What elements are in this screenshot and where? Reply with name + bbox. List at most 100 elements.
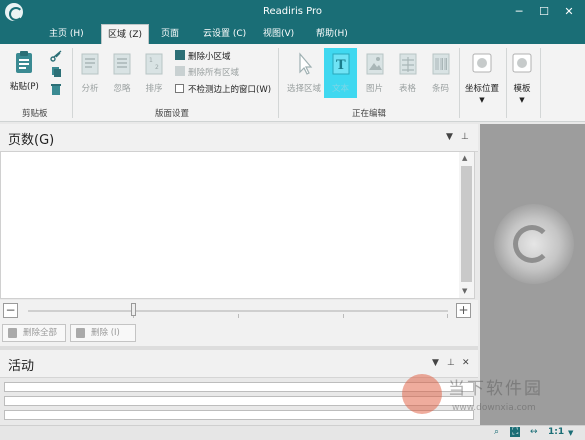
table-icon	[399, 53, 416, 75]
barcode-icon	[432, 53, 449, 75]
checkbox-icon	[175, 84, 184, 93]
sort-icon: 1 2	[145, 53, 163, 75]
svg-text:T: T	[336, 58, 346, 73]
menu-help[interactable]: 帮助(H)	[310, 24, 354, 44]
barcode-zone-label: 条码	[431, 84, 449, 94]
watermark-url: www.downxia.com	[452, 403, 536, 413]
zoom-slider-row: − +	[0, 300, 478, 322]
delete-small-zones-label: 删除小区域	[188, 52, 231, 62]
status-bar: ⌕ ⛶ ↔ 1:1 ▼	[0, 425, 585, 440]
menu-cloud-settings[interactable]: 云设置 (C)	[197, 24, 252, 44]
pages-panel-title: 页数(G)	[8, 133, 55, 148]
zoom-ratio-button[interactable]: 1:1	[548, 427, 564, 437]
minimize-button[interactable]: ─	[510, 3, 528, 20]
template-button[interactable]: 模板 ▼	[510, 52, 534, 104]
small-zone-icon	[175, 50, 185, 60]
scroll-up-icon[interactable]: ▲	[462, 154, 467, 162]
no-border-detect-checkbox[interactable]: 不检测边上的窗口(W)	[175, 84, 271, 96]
watermark-logo-icon	[402, 374, 442, 414]
paste-button[interactable]: 粘贴(P)	[10, 50, 39, 92]
pin-icon[interactable]: ⊥	[447, 358, 455, 368]
image-zone-button[interactable]: 图片	[362, 52, 387, 94]
text-zone-label: 文本	[331, 84, 349, 94]
delete-all-pages-label: 删除全部	[23, 328, 58, 338]
no-border-detect-label: 不检测边上的窗口(W)	[188, 85, 272, 95]
svg-text:2: 2	[155, 64, 159, 71]
delete-row: 删除全部 删除 (I)	[0, 322, 478, 346]
group-divider	[506, 48, 507, 118]
watermark-text: 当下软件园	[448, 379, 543, 399]
table-zone-label: 表格	[398, 84, 416, 94]
table-zone-button[interactable]: 表格	[395, 52, 420, 94]
delete-all-zones-label: 删除所有区域	[188, 68, 240, 78]
window-title: Readiris Pro	[262, 6, 323, 17]
fit-width-icon[interactable]: ↔	[530, 427, 538, 437]
trash-icon	[76, 328, 85, 338]
zoom-in-button[interactable]: +	[456, 303, 471, 318]
menu-zones[interactable]: 区域 (Z)	[101, 24, 150, 44]
paste-label: 粘贴(P)	[10, 82, 39, 92]
analyze-button[interactable]: 分析	[78, 52, 102, 94]
coordinates-button[interactable]: 坐标位置 ▼	[463, 52, 501, 104]
watermark: 当下软件园 www.downxia.com	[400, 372, 580, 422]
sort-button[interactable]: 1 2 排序	[142, 52, 166, 94]
group-divider	[72, 48, 73, 118]
menu-home[interactable]: 主页 (H)	[43, 24, 90, 44]
close-button[interactable]: ✕	[560, 3, 578, 20]
group-divider	[459, 48, 460, 118]
image-zone-label: 图片	[365, 84, 383, 94]
cut-icon[interactable]	[50, 50, 62, 62]
editing-group-label: 正在编辑	[352, 109, 387, 119]
page-settings-group-label: 版面设置	[155, 109, 190, 119]
copy-icon[interactable]	[51, 66, 62, 78]
select-zone-button[interactable]: 选择区域	[284, 52, 324, 94]
ignore-button[interactable]: 忽略	[110, 52, 134, 94]
activity-panel-title: 活动	[8, 359, 35, 374]
maximize-button[interactable]: ☐	[535, 3, 553, 20]
pin-icon[interactable]: ⊥	[461, 132, 469, 142]
fit-page-icon[interactable]: ⛶	[510, 427, 521, 437]
delete-all-pages-button[interactable]: 删除全部	[2, 324, 66, 342]
readiris-logo-icon	[513, 225, 551, 263]
pages-panel-header: 页数(G) ▼ ⊥	[0, 124, 478, 152]
coordinates-label: 坐标位置	[464, 84, 499, 94]
barcode-zone-button[interactable]: 条码	[428, 52, 453, 94]
delete-icon[interactable]	[51, 83, 61, 95]
group-divider	[278, 48, 279, 118]
panel-menu-icon[interactable]: ▼	[432, 358, 439, 368]
cursor-arrow-icon	[299, 52, 313, 75]
image-icon	[366, 53, 383, 75]
zoom-out-button[interactable]: −	[3, 303, 18, 318]
menu-bar: 主页 (H) 区域 (Z) 页面 云设置 (C) 视图(V) 帮助(H)	[0, 24, 585, 44]
sort-label: 排序	[145, 84, 163, 94]
slider-tick	[447, 314, 448, 318]
vertical-scrollbar[interactable]: ▲ ▼	[459, 152, 474, 298]
search-icon[interactable]: ⌕	[494, 427, 499, 437]
panel-menu-icon[interactable]: ▼	[446, 132, 453, 142]
ribbon: 粘贴(P) 剪贴板 分析 忽略 1 2 排序 删除小区域 删除所有区域 不检测边…	[0, 44, 585, 122]
text-zone-button[interactable]: T 文本	[328, 52, 353, 94]
page-thumbnail-list[interactable]	[0, 151, 475, 299]
zoom-slider-thumb[interactable]	[131, 303, 136, 316]
trash-icon	[8, 328, 17, 338]
template-icon	[512, 53, 532, 73]
select-zone-label: 选择区域	[286, 84, 321, 94]
scrollbar-thumb[interactable]	[461, 166, 472, 282]
delete-page-button[interactable]: 删除 (I)	[70, 324, 136, 342]
delete-small-zones-button[interactable]: 删除小区域	[175, 50, 231, 62]
zoom-slider-track[interactable]	[28, 310, 448, 312]
clipboard-group-label: 剪贴板	[22, 109, 48, 119]
chevron-down-icon[interactable]: ▼	[568, 429, 573, 437]
ignore-icon	[113, 53, 131, 75]
close-icon[interactable]: ✕	[462, 358, 470, 368]
analyze-label: 分析	[81, 84, 99, 94]
delete-all-zones-button[interactable]: 删除所有区域	[175, 66, 239, 78]
delete-page-label: 删除 (I)	[91, 328, 120, 338]
template-label: 模板	[513, 84, 531, 94]
chevron-down-icon: ▼	[519, 96, 525, 104]
menu-page[interactable]: 页面	[155, 24, 185, 44]
scroll-down-icon[interactable]: ▼	[462, 287, 467, 295]
menu-view[interactable]: 视图(V)	[257, 24, 300, 44]
chevron-down-icon: ▼	[479, 96, 485, 104]
svg-text:1: 1	[149, 57, 153, 64]
